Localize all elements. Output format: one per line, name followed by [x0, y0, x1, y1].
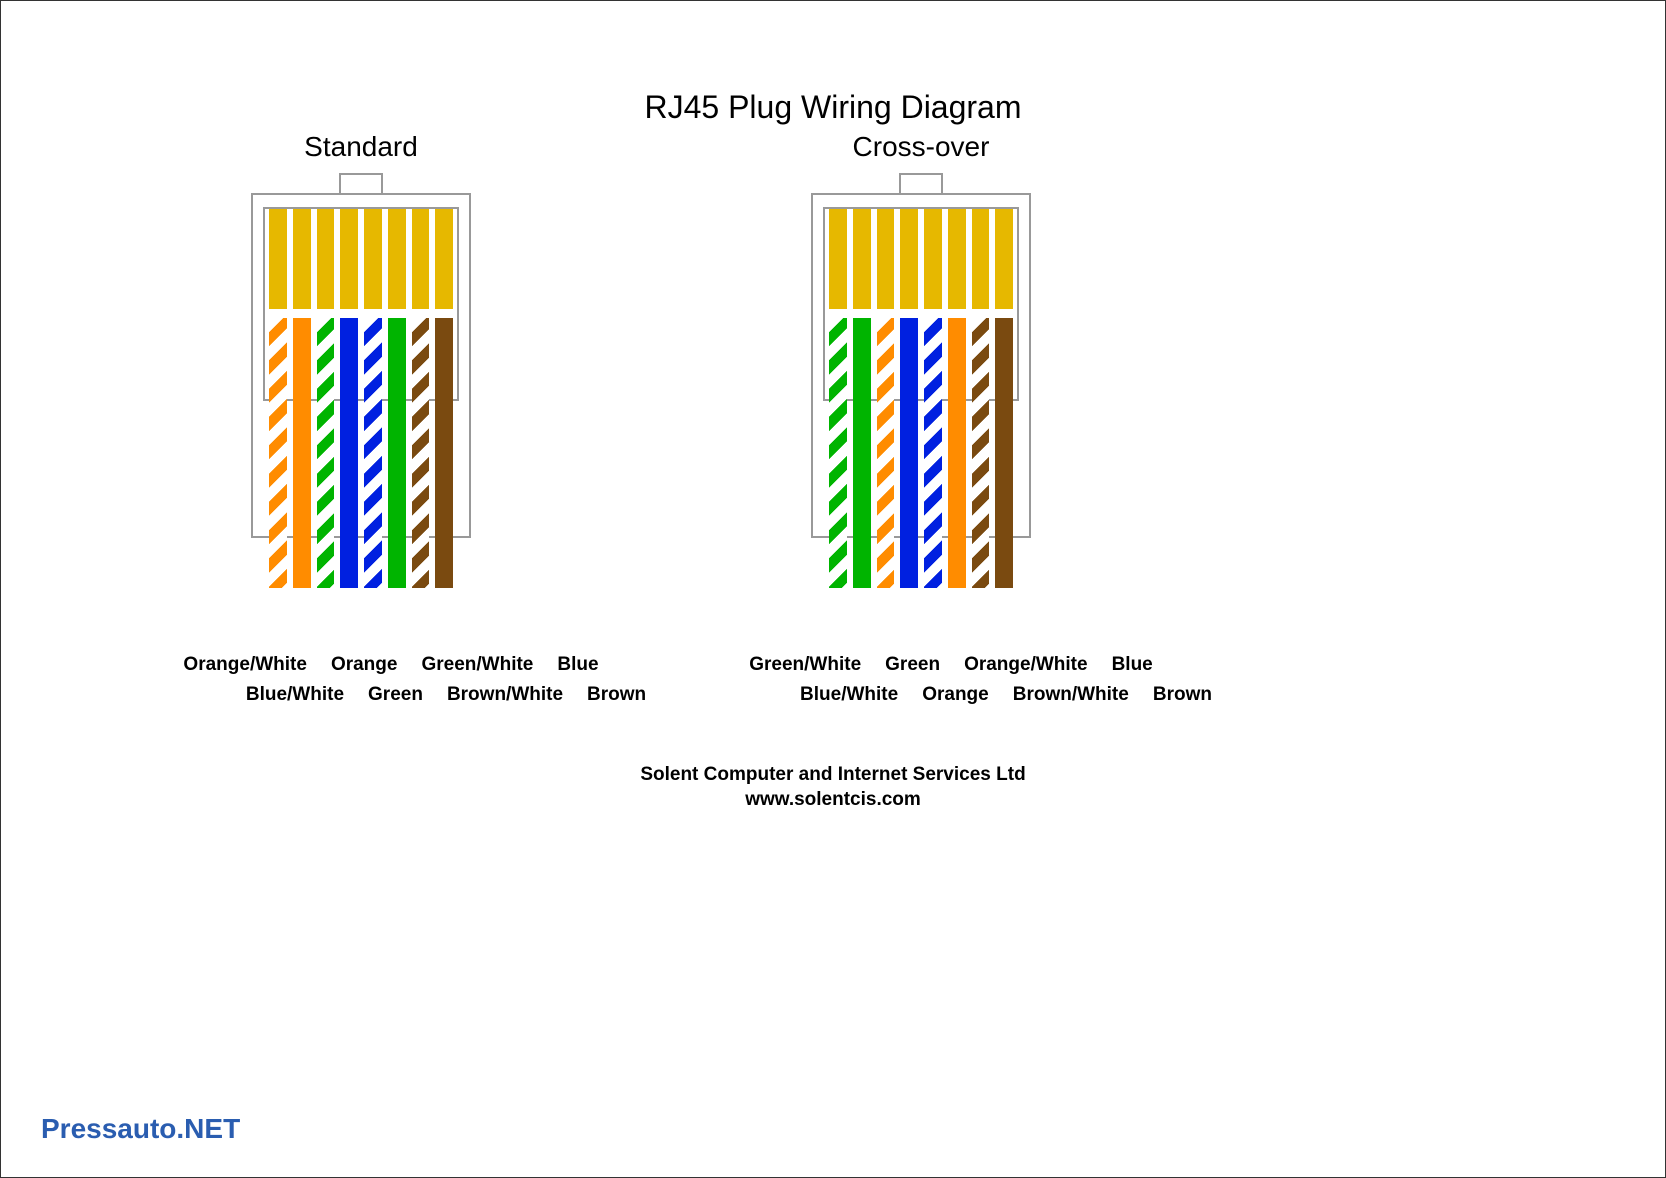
wire [924, 318, 942, 588]
wire-label: Blue/White [246, 684, 344, 706]
footer-url: www.solentcis.com [1, 788, 1665, 813]
wire [829, 318, 847, 588]
wire-label: Green/White [749, 654, 861, 676]
gold-pin [340, 209, 358, 309]
subtitle-crossover: Cross-over [811, 131, 1031, 163]
wire [388, 318, 406, 588]
wire [412, 318, 430, 588]
gold-pin [317, 209, 335, 309]
gold-pin [269, 209, 287, 309]
gold-pin [877, 209, 895, 309]
gold-pin [388, 209, 406, 309]
gold-pin [829, 209, 847, 309]
plug-tab [339, 173, 383, 193]
plug-crossover [811, 173, 1031, 603]
footer: Solent Computer and Internet Services Lt… [1, 763, 1665, 812]
wire-label: Brown [1153, 684, 1212, 706]
labels-crossover: Green/White Green Orange/White Blue Blue… [651, 646, 1251, 706]
labels-standard: Orange/White Orange Green/White Blue Blu… [91, 646, 691, 706]
wire-label: Brown [587, 684, 646, 706]
gold-pin [412, 209, 430, 309]
label-row: Blue/White Green Brown/White Brown [201, 684, 691, 706]
wire [972, 318, 990, 588]
wire-label: Green [368, 684, 423, 706]
wire [853, 318, 871, 588]
gold-pin [972, 209, 990, 309]
gold-pin [435, 209, 453, 309]
wire [435, 318, 453, 588]
label-row: Orange/White Orange Green/White Blue [91, 654, 691, 676]
plug-standard [251, 173, 471, 603]
plug-pins [269, 209, 453, 309]
wire [269, 318, 287, 588]
wire-label: Blue [1112, 654, 1153, 676]
gold-pin [364, 209, 382, 309]
wire-label: Green/White [421, 654, 533, 676]
plug-crossover-group: Cross-over [811, 131, 1031, 603]
wire [877, 318, 895, 588]
watermark: Pressauto.NET [41, 1113, 240, 1145]
main-title: RJ45 Plug Wiring Diagram [1, 89, 1665, 126]
wire [948, 318, 966, 588]
label-row: Blue/White Orange Brown/White Brown [761, 684, 1251, 706]
wire [364, 318, 382, 588]
wire-label: Orange/White [183, 654, 307, 676]
plug-wires-crossover [829, 318, 1013, 588]
wire-label: Orange [922, 684, 989, 706]
gold-pin [995, 209, 1013, 309]
wire-label: Orange [331, 654, 398, 676]
plug-wires-standard [269, 318, 453, 588]
wire-label: Brown/White [1013, 684, 1129, 706]
wire-label: Blue/White [800, 684, 898, 706]
subtitle-standard: Standard [251, 131, 471, 163]
gold-pin [853, 209, 871, 309]
gold-pin [924, 209, 942, 309]
wire-label: Orange/White [964, 654, 1088, 676]
label-row: Green/White Green Orange/White Blue [651, 654, 1251, 676]
wire-label: Green [885, 654, 940, 676]
gold-pin [293, 209, 311, 309]
wire [293, 318, 311, 588]
page: RJ45 Plug Wiring Diagram Standard Cross-… [0, 0, 1666, 1178]
plug-pins [829, 209, 1013, 309]
gold-pin [900, 209, 918, 309]
plug-standard-group: Standard [251, 131, 471, 603]
wire-label: Brown/White [447, 684, 563, 706]
wire [995, 318, 1013, 588]
gold-pin [948, 209, 966, 309]
wire-label: Blue [557, 654, 598, 676]
wire [900, 318, 918, 588]
footer-company: Solent Computer and Internet Services Lt… [1, 763, 1665, 788]
wire [317, 318, 335, 588]
plug-tab [899, 173, 943, 193]
wire [340, 318, 358, 588]
